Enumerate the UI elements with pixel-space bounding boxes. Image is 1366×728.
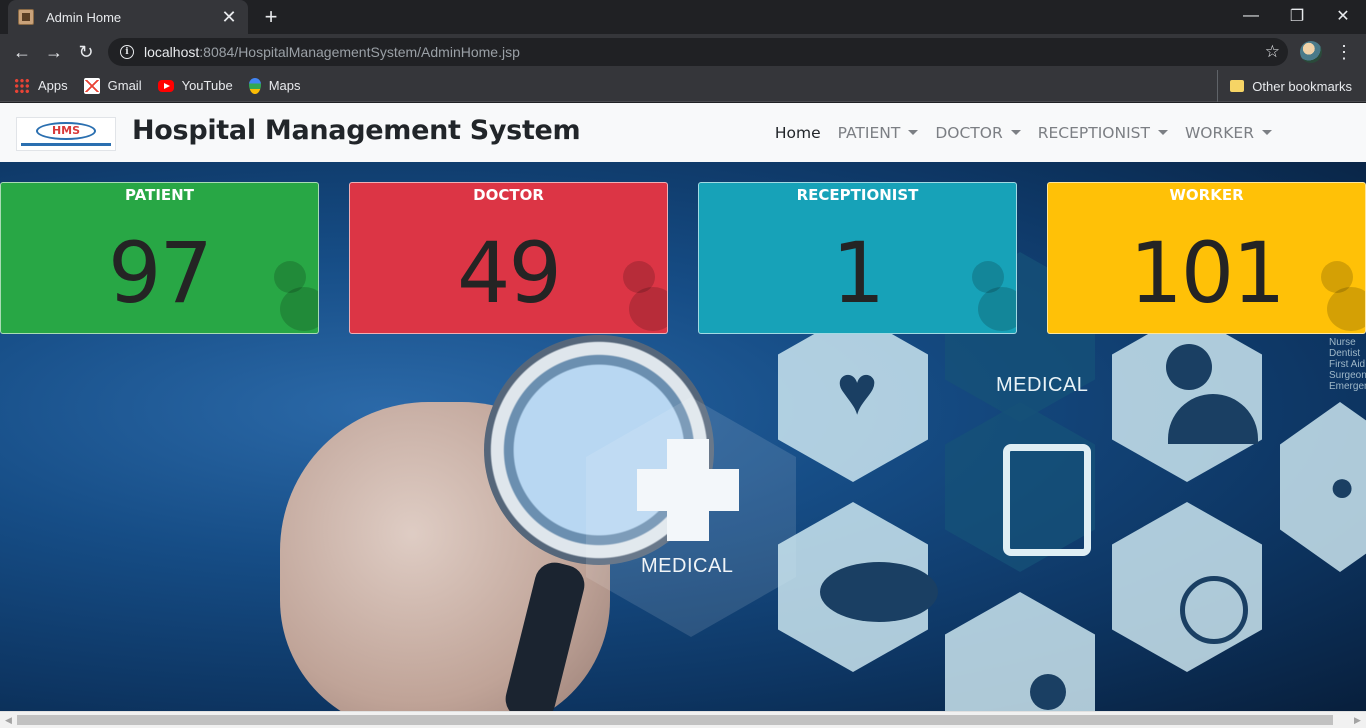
youtube-icon [157, 79, 174, 92]
medical-cross-bar [637, 469, 739, 511]
horizontal-scrollbar[interactable]: ◀ ▶ [0, 711, 1366, 728]
user-icon [615, 261, 667, 331]
stat-card-receptionist[interactable]: RECEPTIONIST 1 [698, 182, 1017, 334]
stat-card-title: RECEPTIONIST [796, 186, 919, 204]
service-list: Nurse Dentist First Aid Surgeon Emergenc… [1329, 337, 1366, 392]
address-bar[interactable]: i localhost:8084/HospitalManagementSyste… [108, 38, 1288, 66]
bookmark-label: Apps [38, 78, 68, 93]
service-list-item: Dentist [1329, 348, 1361, 359]
apps-grid-icon [14, 77, 30, 94]
back-arrow-icon[interactable]: ← [8, 38, 36, 66]
page-viewport: MEDICAL ♥ MEDICAL ● Nurse Dentist First … [0, 103, 1366, 711]
nav-patient-label: PATIENT [837, 123, 901, 142]
bookmark-label: YouTube [181, 78, 233, 93]
tab-title: Admin Home [46, 9, 122, 25]
brand-title[interactable]: Hospital Management System [132, 115, 581, 146]
other-bookmarks-folder[interactable]: Other bookmarks [1217, 70, 1352, 102]
stat-card-title: PATIENT [125, 186, 194, 204]
user-icon [964, 261, 1016, 331]
clipboard-icon [1003, 444, 1091, 556]
service-list-item: Nurse [1329, 337, 1356, 348]
bookmark-youtube[interactable]: YouTube [157, 78, 233, 93]
wheelchair-icon [1180, 576, 1248, 644]
nav-doctor-dropdown[interactable]: DOCTOR [935, 123, 1021, 142]
blood-drop-icon: ● [1328, 462, 1356, 511]
service-list-item: First Aid [1329, 359, 1366, 370]
bookmark-label: Gmail [107, 78, 142, 93]
nav-menu: Home PATIENT DOCTOR RECEPTIONIST WORKER [758, 103, 1272, 162]
site-info-icon[interactable]: i [120, 45, 134, 59]
nav-patient-dropdown[interactable]: PATIENT [838, 124, 919, 142]
nav-worker-label: WORKER [1184, 123, 1254, 142]
maps-pin-icon [248, 77, 261, 94]
bookmarks-bar: Apps Gmail YouTube Maps Other bookmarks [0, 70, 1366, 102]
user-icon [266, 261, 318, 331]
caret-down-icon [1262, 130, 1272, 135]
molecule-icon [1030, 674, 1066, 710]
site-favicon-icon [18, 9, 34, 25]
logo-mark: HMS [36, 122, 96, 140]
stat-card-patient[interactable]: PATIENT 97 [0, 182, 319, 334]
service-list-item: Surgeon [1329, 370, 1366, 381]
url-host: localhost [144, 44, 200, 60]
hexagon-person [1112, 312, 1262, 482]
minimize-icon[interactable]: — [1228, 0, 1274, 32]
browser-menu-icon[interactable]: ⋮ [1334, 38, 1354, 66]
scrollbar-thumb[interactable] [17, 715, 1333, 725]
nav-worker-dropdown[interactable]: WORKER [1185, 124, 1272, 142]
browser-toolbar: ← → ↻ i localhost:8084/HospitalManagemen… [0, 34, 1366, 70]
bookmark-star-icon[interactable]: ☆ [1265, 42, 1280, 62]
scroll-right-icon[interactable]: ▶ [1349, 712, 1366, 728]
nav-receptionist-dropdown[interactable]: RECEPTIONIST [1038, 124, 1168, 142]
other-bookmarks-label: Other bookmarks [1252, 78, 1352, 94]
url-path: :8084/HospitalManagementSystem/AdminHome… [199, 44, 520, 60]
restore-icon[interactable]: ❐ [1274, 0, 1320, 32]
stat-card-worker[interactable]: WORKER 101 [1047, 182, 1366, 334]
new-tab-button[interactable]: + [258, 4, 284, 30]
service-list-item: Emergency [1329, 381, 1366, 392]
profile-avatar[interactable] [1300, 41, 1322, 63]
logo-underline [21, 143, 111, 146]
close-window-icon[interactable]: ✕ [1320, 0, 1366, 32]
person-head-icon [1166, 344, 1212, 390]
forward-arrow-icon[interactable]: → [40, 38, 68, 66]
site-navbar: HMS Hospital Management System Home PATI… [0, 103, 1366, 162]
nav-home[interactable]: Home [775, 124, 821, 142]
stat-card-title: DOCTOR [473, 186, 544, 204]
scroll-left-icon[interactable]: ◀ [0, 712, 17, 728]
medical-top-label: MEDICAL [996, 374, 1089, 396]
stat-card-title: WORKER [1169, 186, 1244, 204]
window-controls: — ❐ ✕ [1228, 0, 1366, 32]
eye-icon [820, 562, 938, 622]
close-tab-icon[interactable]: ✕ [220, 7, 238, 28]
nav-home-label: Home [774, 123, 821, 142]
heart-icon: ♥ [836, 351, 878, 429]
hexagon-molecule [945, 592, 1095, 711]
gmail-icon [83, 77, 100, 94]
hms-logo[interactable]: HMS [16, 117, 116, 151]
bookmark-label: Maps [268, 78, 301, 93]
user-icon [1313, 261, 1365, 331]
nav-doctor-label: DOCTOR [935, 123, 1003, 142]
caret-down-icon [1157, 130, 1168, 135]
browser-tab-strip: Admin Home ✕ + — ❐ ✕ [0, 0, 1366, 34]
caret-down-icon [1010, 130, 1021, 135]
bookmark-apps[interactable]: Apps [14, 77, 68, 94]
bookmark-gmail[interactable]: Gmail [83, 77, 142, 94]
stat-card-doctor[interactable]: DOCTOR 49 [349, 182, 668, 334]
bookmark-maps[interactable]: Maps [248, 77, 301, 94]
caret-down-icon [908, 130, 919, 135]
browser-tab-active[interactable]: Admin Home ✕ [8, 0, 248, 34]
reload-icon[interactable]: ↻ [72, 38, 100, 66]
folder-icon [1230, 80, 1245, 92]
medical-label: MEDICAL [641, 555, 734, 577]
nav-receptionist-label: RECEPTIONIST [1037, 123, 1150, 142]
